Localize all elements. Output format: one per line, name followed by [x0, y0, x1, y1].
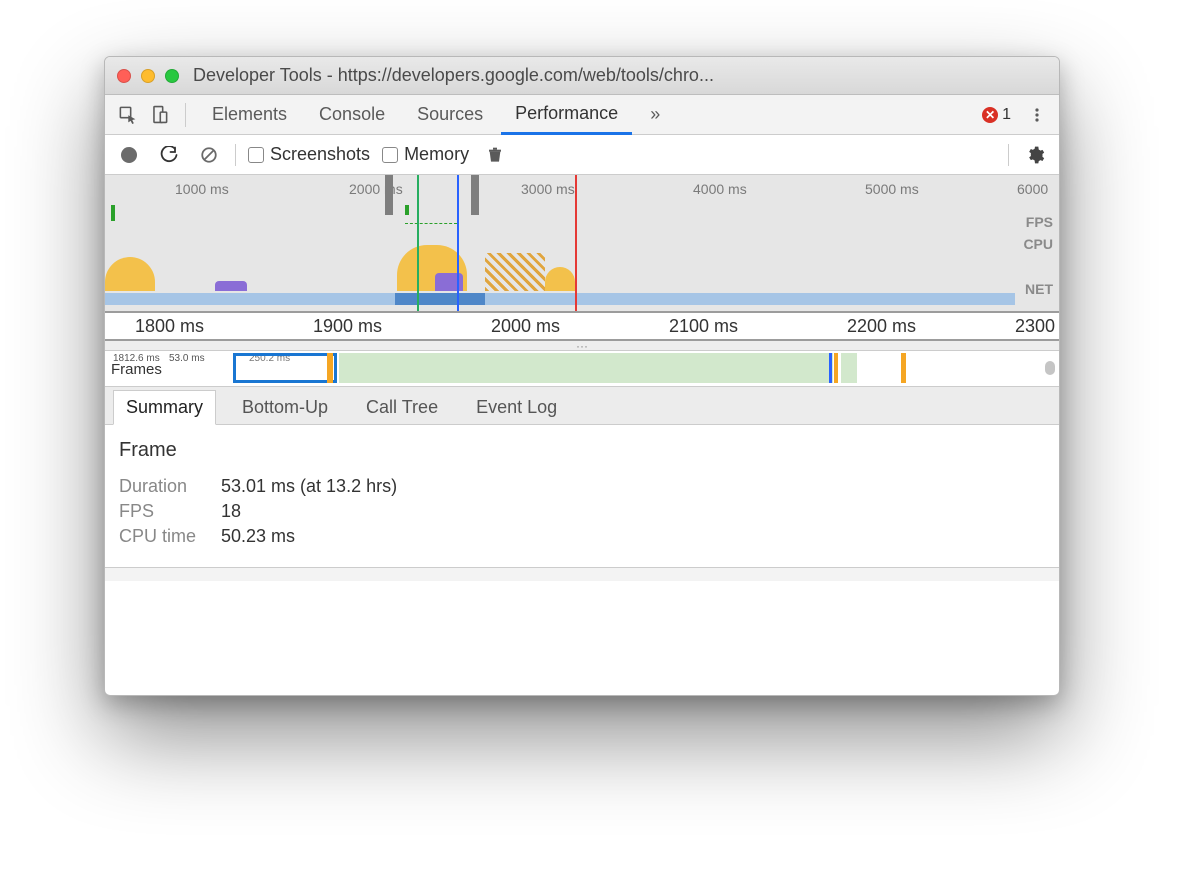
cpu-label: CPU [1023, 233, 1053, 255]
separator [1008, 144, 1009, 166]
net-label: NET [1023, 278, 1053, 300]
frame-block [841, 353, 857, 383]
detail-key: CPU time [119, 526, 209, 547]
cpu-track [105, 237, 1015, 291]
tab-event-log[interactable]: Event Log [464, 391, 569, 424]
net-track [105, 293, 1015, 305]
detail-value: 50.23 ms [221, 526, 295, 547]
frame-bar [829, 353, 832, 383]
overview-handle-right[interactable] [471, 175, 479, 215]
ruler-tick: 2000 ms [491, 316, 560, 337]
maximize-icon[interactable] [165, 69, 179, 83]
main-tabbar: Elements Console Sources Performance » ✕… [105, 95, 1059, 135]
frame-bar [834, 353, 838, 383]
status-bar [105, 567, 1059, 581]
frame-bar [327, 353, 333, 383]
record-button[interactable] [115, 141, 143, 169]
ruler-tick: 2300 [1015, 316, 1055, 337]
close-icon[interactable] [117, 69, 131, 83]
error-count[interactable]: ✕ 1 [982, 106, 1011, 124]
overview-tick: 1000 ms [175, 181, 229, 197]
memory-checkbox[interactable]: Memory [382, 144, 469, 165]
overview-tick: 3000 ms [521, 181, 575, 197]
scrollbar-thumb[interactable] [1045, 361, 1055, 375]
summary-panel: Frame Duration 53.01 ms (at 13.2 hrs) FP… [105, 425, 1059, 559]
zoom-ruler[interactable]: 1800 ms 1900 ms 2000 ms 2100 ms 2200 ms … [105, 313, 1059, 341]
frames-track[interactable]: Frames 1812.6 ms 53.0 ms 250.2 ms [105, 351, 1059, 387]
window-title: Developer Tools - https://developers.goo… [193, 65, 1047, 86]
ruler-tick: 1900 ms [313, 316, 382, 337]
frame-bar [901, 353, 906, 383]
devtools-window: Developer Tools - https://developers.goo… [104, 56, 1060, 696]
traffic-lights [117, 69, 179, 83]
inspect-element-icon[interactable] [113, 101, 141, 129]
detail-value: 18 [221, 501, 241, 522]
marker-red [575, 175, 577, 311]
kebab-menu-icon[interactable] [1023, 101, 1051, 129]
minimize-icon[interactable] [141, 69, 155, 83]
checkbox-icon [248, 147, 264, 163]
detail-key: Duration [119, 476, 209, 497]
detail-row: CPU time 50.23 ms [119, 526, 1045, 547]
clear-button[interactable] [195, 141, 223, 169]
separator [235, 144, 236, 166]
trash-button[interactable] [481, 141, 509, 169]
tab-console[interactable]: Console [305, 96, 399, 133]
error-count-value: 1 [1002, 106, 1011, 124]
performance-toolbar: Screenshots Memory [105, 135, 1059, 175]
overview-tick: 4000 ms [693, 181, 747, 197]
overview-tick: 2000 ms [349, 181, 403, 197]
detail-row: FPS 18 [119, 501, 1045, 522]
overview-tick: 6000 [1017, 181, 1048, 197]
panel-heading: Frame [119, 439, 1045, 462]
screenshots-checkbox[interactable]: Screenshots [248, 144, 370, 165]
marker-dcl [417, 175, 419, 311]
fps-marker [405, 223, 457, 225]
splitter-handle[interactable]: ··· [105, 341, 1059, 351]
separator [185, 103, 186, 127]
timeline-overview[interactable]: 1000 ms 2000 ms 3000 ms 4000 ms 5000 ms … [105, 175, 1059, 313]
fps-label: FPS [1023, 211, 1053, 233]
error-icon: ✕ [982, 107, 998, 123]
detail-row: Duration 53.01 ms (at 13.2 hrs) [119, 476, 1045, 497]
device-toolbar-icon[interactable] [145, 101, 173, 129]
tab-bottom-up[interactable]: Bottom-Up [230, 391, 340, 424]
overview-tick: 5000 ms [865, 181, 919, 197]
detail-tabbar: Summary Bottom-Up Call Tree Event Log [105, 387, 1059, 425]
selected-frame[interactable] [233, 353, 337, 383]
tab-sources[interactable]: Sources [403, 96, 497, 133]
detail-key: FPS [119, 501, 209, 522]
tab-call-tree[interactable]: Call Tree [354, 391, 450, 424]
tab-elements[interactable]: Elements [198, 96, 301, 133]
frame-time: 53.0 ms [169, 353, 205, 364]
ruler-tick: 2100 ms [669, 316, 738, 337]
detail-value: 53.01 ms (at 13.2 hrs) [221, 476, 397, 497]
tab-performance[interactable]: Performance [501, 95, 632, 135]
tabs-overflow[interactable]: » [636, 96, 674, 133]
reload-button[interactable] [155, 141, 183, 169]
frame-block [339, 353, 833, 383]
tab-summary[interactable]: Summary [113, 390, 216, 425]
overview-handle-left[interactable] [385, 175, 393, 215]
overview-track-labels: FPS CPU NET [1023, 211, 1053, 300]
marker-load [457, 175, 459, 311]
screenshots-label: Screenshots [270, 144, 370, 165]
net-activity [395, 293, 485, 305]
titlebar[interactable]: Developer Tools - https://developers.goo… [105, 57, 1059, 95]
frame-time: 1812.6 ms [113, 353, 160, 364]
checkbox-icon [382, 147, 398, 163]
settings-icon[interactable] [1021, 141, 1049, 169]
memory-label: Memory [404, 144, 469, 165]
ruler-tick: 2200 ms [847, 316, 916, 337]
ruler-tick: 1800 ms [135, 316, 204, 337]
